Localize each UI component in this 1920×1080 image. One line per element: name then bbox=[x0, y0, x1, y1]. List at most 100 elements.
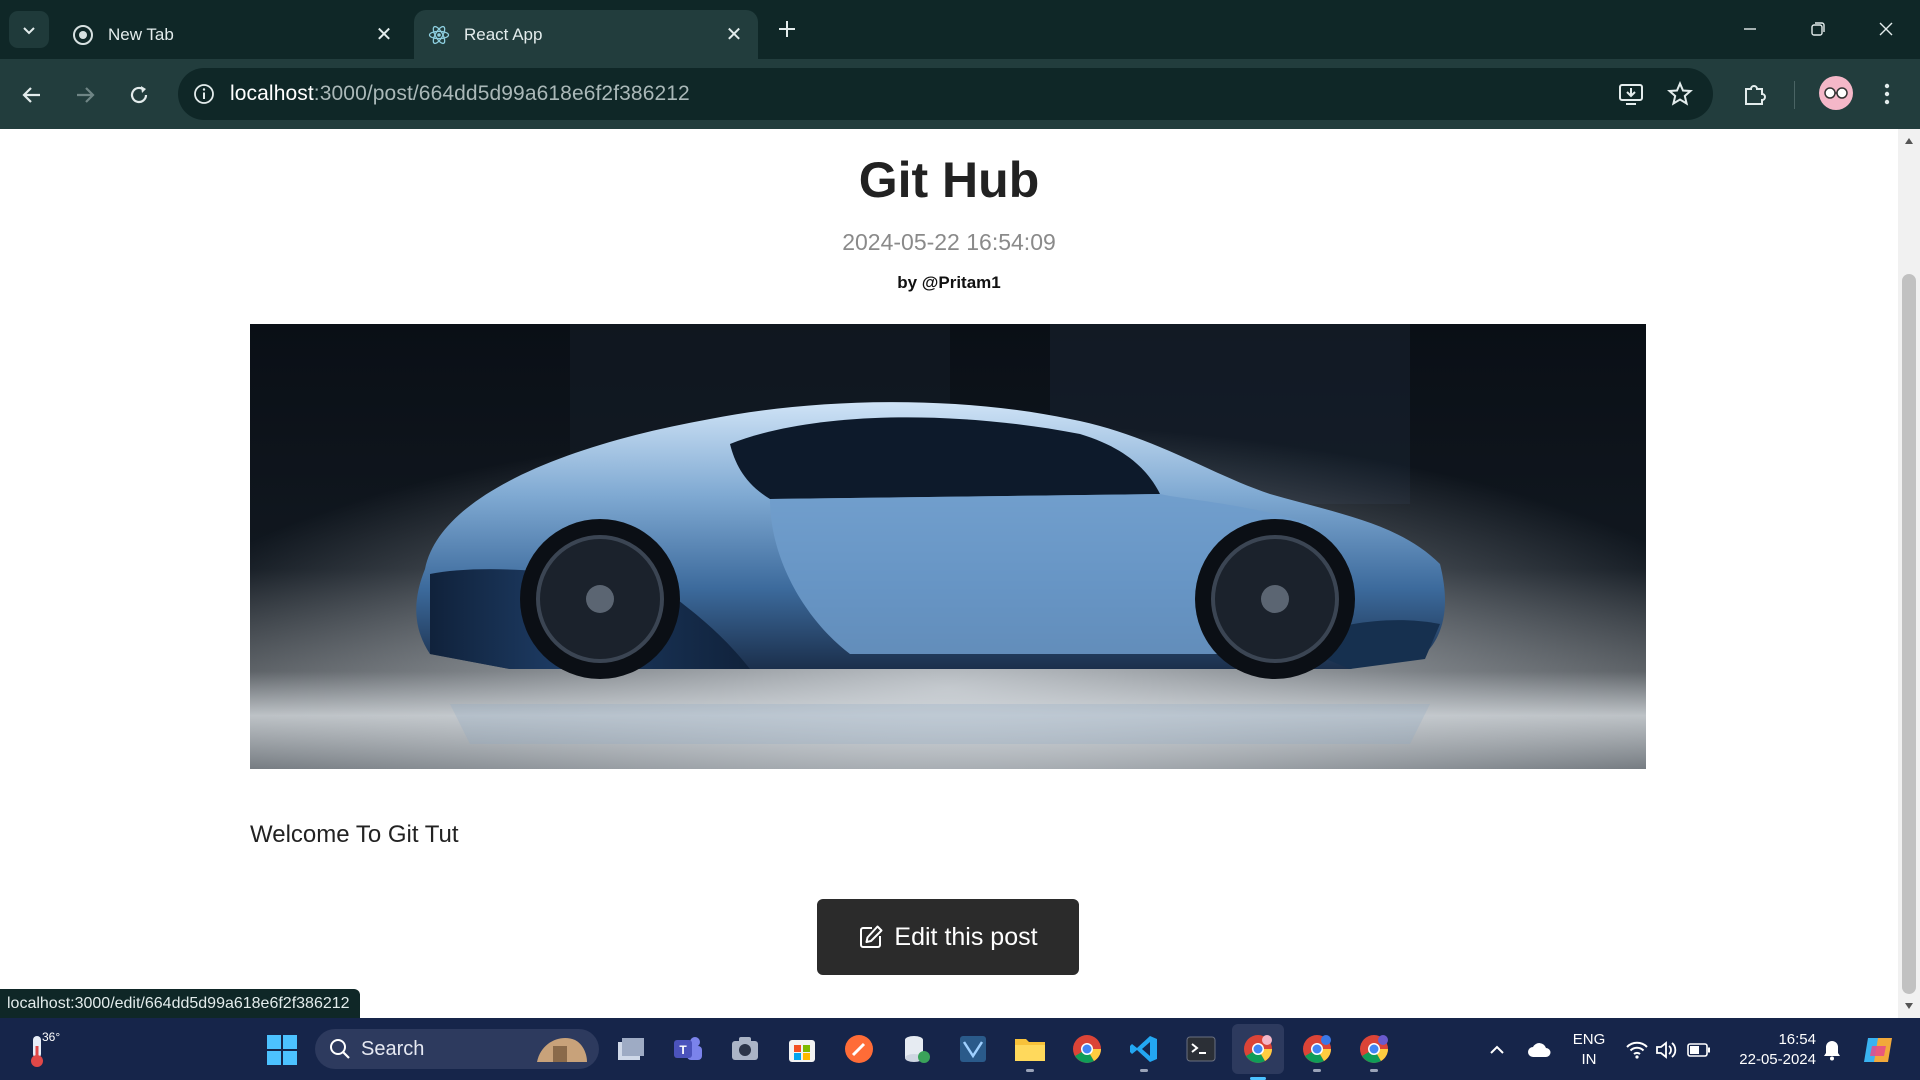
address-bar[interactable]: localhost:3000/post/664dd5d99a618e6f2f38… bbox=[178, 68, 1713, 120]
show-hidden-icons-button[interactable] bbox=[1485, 1038, 1509, 1062]
edit-icon bbox=[858, 924, 884, 950]
windows-logo-icon bbox=[267, 1035, 297, 1065]
file-explorer-app[interactable] bbox=[1013, 1032, 1047, 1072]
onedrive-tray[interactable] bbox=[1527, 1038, 1551, 1062]
task-view-icon bbox=[618, 1038, 644, 1060]
language-region: IN bbox=[1581, 1051, 1597, 1068]
scroll-up-icon[interactable] bbox=[1903, 135, 1915, 147]
start-button[interactable] bbox=[266, 1034, 298, 1066]
profile-avatar[interactable] bbox=[1819, 76, 1853, 110]
arrow-right-icon bbox=[77, 87, 95, 103]
page-scrollbar[interactable] bbox=[1898, 129, 1920, 1018]
battery-tray[interactable] bbox=[1687, 1038, 1711, 1062]
chrome-icon bbox=[1073, 1035, 1101, 1063]
link-status-bubble: localhost:3000/edit/664dd5d99a618e6f2f38… bbox=[0, 989, 360, 1018]
workbench-icon bbox=[960, 1036, 986, 1062]
tab-title: New Tab bbox=[108, 24, 174, 44]
page-viewport: Git Hub 2024-05-22 16:54:09 by @Pritam1 bbox=[0, 129, 1898, 1018]
close-tab-icon[interactable]: ✕ bbox=[370, 21, 398, 49]
terminal-app[interactable] bbox=[1184, 1032, 1218, 1066]
browser-tab-strip: New Tab ✕ React App ✕ bbox=[0, 0, 1920, 59]
weather-widget[interactable]: 36° bbox=[26, 1028, 66, 1070]
close-tab-icon[interactable]: ✕ bbox=[720, 21, 748, 49]
battery-icon bbox=[1687, 1043, 1710, 1057]
post-author: by @Pritam1 bbox=[897, 273, 1001, 292]
extensions-button[interactable] bbox=[1738, 77, 1772, 111]
speaker-icon bbox=[1656, 1041, 1677, 1059]
site-info-icon[interactable] bbox=[178, 68, 230, 120]
teams-app[interactable]: T bbox=[671, 1032, 705, 1066]
camera-app[interactable] bbox=[728, 1032, 762, 1066]
language-indicator[interactable]: ENG IN bbox=[1566, 1030, 1612, 1070]
notifications-button[interactable] bbox=[1820, 1038, 1844, 1062]
chrome-icon bbox=[1360, 1035, 1388, 1063]
kebab-menu-icon bbox=[1884, 83, 1890, 105]
search-icon bbox=[330, 1039, 350, 1059]
running-indicator bbox=[1026, 1069, 1034, 1072]
postman-app[interactable] bbox=[842, 1032, 876, 1066]
database-icon bbox=[905, 1036, 930, 1063]
url-host: localhost bbox=[230, 82, 314, 105]
vscode-app[interactable] bbox=[1127, 1032, 1161, 1072]
new-tab-button[interactable] bbox=[772, 14, 802, 44]
chrome-app[interactable] bbox=[1070, 1032, 1104, 1066]
url-text: localhost:3000/post/664dd5d99a618e6f2f38… bbox=[230, 82, 690, 106]
windows-taskbar: 36° Search T ENG IN 16:54 22-05-2024 bbox=[0, 1018, 1920, 1080]
database-app[interactable] bbox=[899, 1032, 933, 1066]
post-content: Welcome To Git Tut bbox=[250, 821, 459, 848]
glasses-icon bbox=[1824, 87, 1848, 99]
edit-post-label: Edit this post bbox=[894, 922, 1038, 951]
running-indicator bbox=[1140, 1069, 1148, 1072]
reload-icon bbox=[130, 86, 148, 104]
chrome-profile-p-app[interactable] bbox=[1300, 1032, 1334, 1072]
workbench-app[interactable] bbox=[956, 1032, 990, 1066]
toolbar-divider bbox=[1794, 81, 1795, 109]
clock[interactable]: 16:54 22-05-2024 bbox=[1724, 1030, 1816, 1070]
bookmark-button[interactable] bbox=[1663, 77, 1697, 111]
reload-button[interactable] bbox=[121, 77, 157, 113]
teams-icon: T bbox=[674, 1037, 702, 1060]
clock-time: 16:54 bbox=[1778, 1031, 1816, 1048]
forward-button[interactable] bbox=[67, 77, 103, 113]
menu-button[interactable] bbox=[1870, 77, 1904, 111]
tab-search-button[interactable] bbox=[9, 11, 49, 48]
tab-new-tab[interactable]: New Tab ✕ bbox=[58, 10, 408, 59]
camera-icon bbox=[732, 1037, 758, 1060]
browser-toolbar: localhost:3000/post/664dd5d99a618e6f2f38… bbox=[0, 59, 1920, 129]
chrome-profile-p2-app[interactable] bbox=[1357, 1032, 1391, 1072]
tab-react-app[interactable]: React App ✕ bbox=[414, 10, 758, 59]
edit-post-button[interactable]: Edit this post bbox=[817, 899, 1079, 975]
post-cover-image bbox=[250, 324, 1646, 769]
terminal-icon bbox=[1186, 1036, 1216, 1062]
search-label: Search bbox=[361, 1037, 425, 1060]
weather-temperature: 36° bbox=[42, 1030, 61, 1044]
restore-button[interactable] bbox=[1798, 10, 1838, 48]
minimize-icon bbox=[1744, 28, 1756, 30]
chrome-profile-app-active[interactable] bbox=[1232, 1024, 1284, 1080]
react-icon bbox=[428, 24, 450, 46]
task-view-app[interactable] bbox=[614, 1032, 648, 1066]
post-timestamp: 2024-05-22 16:54:09 bbox=[842, 229, 1056, 255]
store-icon bbox=[789, 1040, 815, 1062]
back-button[interactable] bbox=[14, 77, 50, 113]
install-icon bbox=[1619, 84, 1643, 105]
close-icon bbox=[1879, 22, 1893, 36]
scrollbar-thumb[interactable] bbox=[1902, 274, 1916, 994]
minimize-button[interactable] bbox=[1730, 10, 1770, 48]
taskbar-search[interactable]: Search bbox=[315, 1029, 599, 1069]
copilot-icon bbox=[1864, 1038, 1892, 1062]
scroll-down-icon[interactable] bbox=[1903, 1000, 1915, 1012]
store-app[interactable] bbox=[785, 1032, 819, 1066]
close-window-button[interactable] bbox=[1866, 10, 1906, 48]
postman-icon bbox=[845, 1035, 873, 1063]
running-indicator bbox=[1370, 1069, 1378, 1072]
install-app-button[interactable] bbox=[1614, 77, 1648, 111]
wifi-tray[interactable] bbox=[1625, 1038, 1649, 1062]
chrome-icon bbox=[1244, 1035, 1272, 1063]
volume-tray[interactable] bbox=[1654, 1038, 1678, 1062]
copilot-button[interactable] bbox=[1862, 1034, 1894, 1066]
star-icon bbox=[1667, 81, 1693, 106]
chevron-down-icon bbox=[23, 26, 35, 34]
vscode-icon bbox=[1130, 1036, 1157, 1062]
tab-title: React App bbox=[464, 24, 543, 44]
